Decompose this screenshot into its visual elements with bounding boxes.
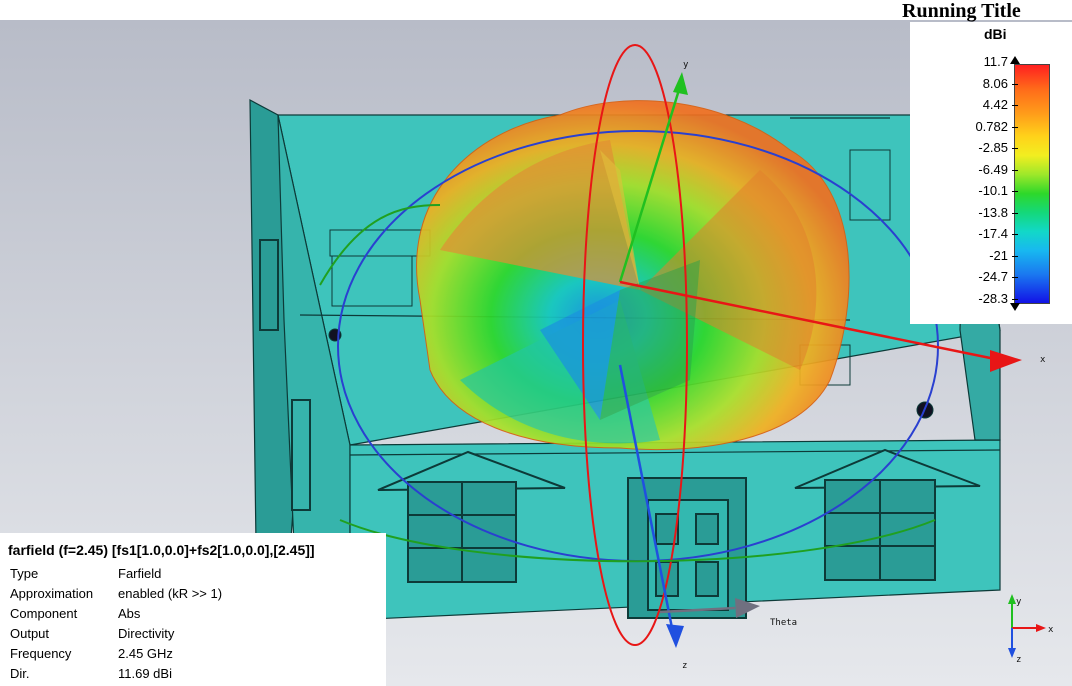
info-value: Farfield	[118, 566, 162, 581]
running-title: Running Title	[902, 0, 1021, 22]
info-label: Dir.	[10, 666, 30, 681]
svg-text:x: x	[1040, 355, 1046, 365]
legend-tick: 11.7	[983, 54, 1019, 69]
info-value: enabled (kR >> 1)	[118, 586, 223, 601]
info-label: Output	[10, 626, 50, 641]
legend-tick: -21	[989, 248, 1018, 263]
legend-unit: dBi	[984, 26, 1007, 42]
svg-text:x: x	[1048, 625, 1054, 635]
svg-text:y: y	[1016, 597, 1022, 607]
legend-tick: -13.8	[978, 205, 1018, 220]
legend-tick: -6.49	[978, 162, 1018, 177]
legend-min-arrow-icon	[1010, 303, 1020, 311]
farfield-info-title: farfield (f=2.45) [fs1[1.0,0.0]+fs2[1.0,…	[8, 542, 315, 558]
legend-tick: -17.4	[978, 226, 1018, 241]
legend-tick: -24.7	[978, 269, 1018, 284]
info-value: Directivity	[118, 626, 175, 641]
svg-text:z: z	[1016, 655, 1021, 665]
colorbar-legend: dBi 11.7 8.06 4.42 0.782 -2.85 -6.49 -10…	[910, 22, 1072, 324]
legend-tick: 0.782	[975, 119, 1018, 134]
svg-text:z: z	[682, 661, 687, 671]
info-value: 11.69 dBi	[118, 666, 172, 681]
info-value: Abs	[118, 606, 141, 621]
colorbar-gradient	[1014, 64, 1050, 304]
legend-tick: 8.06	[982, 76, 1019, 91]
legend-tick: -2.85	[978, 140, 1018, 155]
info-label: Approximation	[10, 586, 94, 601]
svg-text:Theta: Theta	[770, 618, 797, 628]
info-label: Frequency	[10, 646, 72, 661]
radiation-pattern	[416, 100, 850, 451]
info-label: Type	[10, 566, 39, 581]
legend-tick: -10.1	[978, 183, 1018, 198]
farfield-info-panel: farfield (f=2.45) [fs1[1.0,0.0]+fs2[1.0,…	[0, 533, 386, 686]
legend-tick: 4.42	[982, 97, 1019, 112]
legend-tick: -28.3	[978, 291, 1018, 306]
svg-text:y: y	[683, 60, 689, 70]
info-label: Component	[10, 606, 78, 621]
info-value: 2.45 GHz	[118, 646, 173, 661]
